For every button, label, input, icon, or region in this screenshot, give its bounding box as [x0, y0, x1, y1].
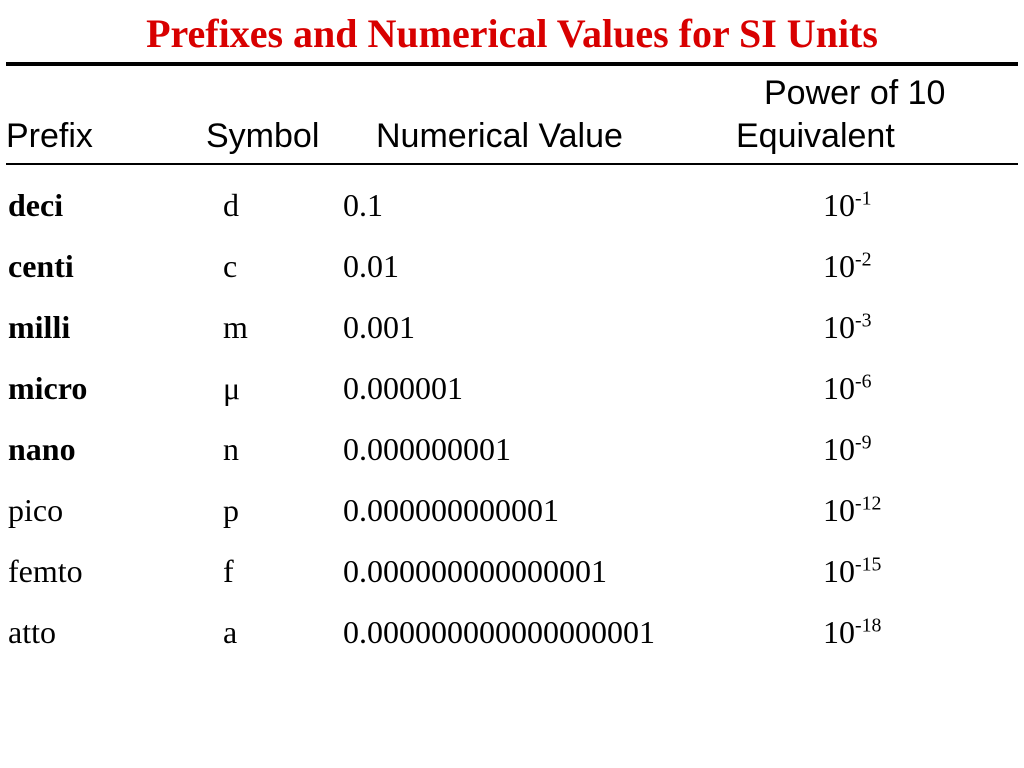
table-row: attoa0.00000000000000000110-18 [6, 602, 1018, 663]
mid-rule [6, 163, 1018, 165]
data-table: decid0.110-1centic0.0110-2millim0.00110-… [6, 175, 1018, 663]
header-power-bottom: Equivalent [706, 115, 1018, 158]
prefix-cell: micro [6, 370, 223, 407]
power-cell: 10-2 [823, 248, 1018, 285]
column-headers: Power of 10 Prefix Symbol Numerical Valu… [6, 68, 1018, 159]
symbol-cell: d [223, 187, 343, 224]
power-cell: 10-12 [823, 492, 1018, 529]
top-rule [6, 62, 1018, 66]
si-prefixes-document: Prefixes and Numerical Values for SI Uni… [0, 0, 1024, 663]
value-cell: 0.000000000000000001 [343, 614, 823, 651]
exponent: -18 [855, 614, 881, 636]
header-prefix: Prefix [6, 115, 206, 158]
exponent: -3 [855, 309, 872, 331]
power-cell: 10-18 [823, 614, 1018, 651]
prefix-cell: nano [6, 431, 223, 468]
table-row: nanon0.00000000110-9 [6, 419, 1018, 480]
value-cell: 0.001 [343, 309, 823, 346]
power-cell: 10-6 [823, 370, 1018, 407]
exponent: -1 [855, 187, 872, 209]
prefix-cell: femto [6, 553, 223, 590]
table-row: picop0.00000000000110-12 [6, 480, 1018, 541]
header-value: Numerical Value [376, 115, 706, 158]
power-cell: 10-15 [823, 553, 1018, 590]
power-cell: 10-3 [823, 309, 1018, 346]
exponent: -15 [855, 553, 881, 575]
power-cell: 10-9 [823, 431, 1018, 468]
prefix-cell: deci [6, 187, 223, 224]
value-cell: 0.000000000001 [343, 492, 823, 529]
exponent: -6 [855, 370, 872, 392]
exponent: -9 [855, 431, 872, 453]
symbol-cell: m [223, 309, 343, 346]
value-cell: 0.000001 [343, 370, 823, 407]
table-row: centic0.0110-2 [6, 236, 1018, 297]
symbol-cell: a [223, 614, 343, 651]
prefix-cell: atto [6, 614, 223, 651]
table-row: decid0.110-1 [6, 175, 1018, 236]
value-cell: 0.000000001 [343, 431, 823, 468]
symbol-cell: n [223, 431, 343, 468]
exponent: -2 [855, 248, 872, 270]
power-cell: 10-1 [823, 187, 1018, 224]
table-row: microμ0.00000110-6 [6, 358, 1018, 419]
symbol-cell: c [223, 248, 343, 285]
exponent: -12 [855, 492, 881, 514]
symbol-cell: p [223, 492, 343, 529]
value-cell: 0.000000000000001 [343, 553, 823, 590]
header-symbol: Symbol [206, 115, 376, 158]
prefix-cell: pico [6, 492, 223, 529]
header-power-top: Power of 10 [706, 72, 1018, 115]
symbol-cell: μ [223, 370, 343, 407]
prefix-cell: centi [6, 248, 223, 285]
page-title: Prefixes and Numerical Values for SI Uni… [6, 12, 1018, 56]
table-row: millim0.00110-3 [6, 297, 1018, 358]
value-cell: 0.1 [343, 187, 823, 224]
table-row: femtof0.00000000000000110-15 [6, 541, 1018, 602]
prefix-cell: milli [6, 309, 223, 346]
value-cell: 0.01 [343, 248, 823, 285]
symbol-cell: f [223, 553, 343, 590]
